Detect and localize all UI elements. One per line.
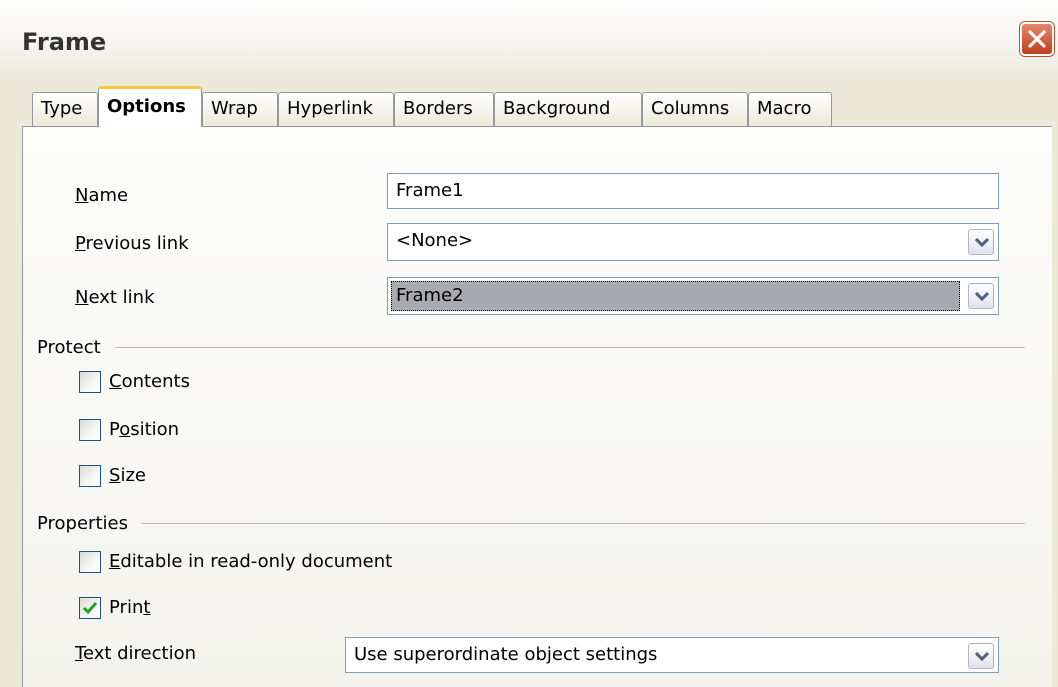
tab-strip: Type Options Wrap Hyperlink Borders Back… [22,86,1052,127]
properties-group-title: Properties [37,513,128,534]
editable-label[interactable]: Editable in read-only document [109,551,392,572]
next-link-dropdown-button[interactable] [968,283,994,309]
previous-link-value: <None> [396,230,474,251]
protect-group-title: Protect [37,337,101,358]
print-checkbox[interactable] [79,597,101,619]
tab-hyperlink[interactable]: Hyperlink [278,92,394,126]
tab-options[interactable]: Options [98,86,202,127]
text-direction-value: Use superordinate object settings [354,644,658,665]
tab-background[interactable]: Background [494,92,642,126]
checkmark-icon [82,602,98,615]
tab-macro[interactable]: Macro [748,92,832,126]
window-title: Frame [22,28,107,56]
next-link-value: Frame2 [391,281,960,311]
title-bar[interactable]: Frame [0,0,1058,80]
tab-columns[interactable]: Columns [642,92,748,126]
close-icon [1028,30,1046,48]
properties-separator [141,523,1025,525]
print-label[interactable]: Print [109,597,150,618]
previous-link-dropdown-button[interactable] [968,229,994,255]
chevron-down-icon [975,652,989,662]
tab-wrap[interactable]: Wrap [202,92,278,126]
editable-checkbox[interactable] [79,551,101,573]
previous-link-select[interactable]: <None> [387,223,999,261]
contents-label[interactable]: Contents [109,371,190,392]
frame-dialog: Frame Type Options Wrap Hyperlink Border… [0,0,1058,687]
tab-borders[interactable]: Borders [394,92,494,126]
options-panel: Name Frame1 Previous link <None> Next li… [22,126,1052,687]
position-label[interactable]: Position [109,419,179,440]
text-direction-label: Text direction [75,643,197,664]
chevron-down-icon [975,238,989,248]
close-button[interactable] [1020,22,1054,56]
previous-link-label: Previous link [75,233,189,254]
name-label: Name [75,185,129,206]
size-label[interactable]: Size [109,465,146,486]
chevron-down-icon [975,292,989,302]
text-direction-select[interactable]: Use superordinate object settings [345,637,999,673]
text-direction-dropdown-button[interactable] [968,643,994,669]
position-checkbox[interactable] [79,419,101,441]
size-checkbox[interactable] [79,465,101,487]
protect-separator [115,347,1025,349]
name-field[interactable]: Frame1 [387,173,999,209]
next-link-label: Next link [75,287,155,308]
tab-type[interactable]: Type [32,92,98,126]
next-link-select[interactable]: Frame2 [387,277,999,315]
contents-checkbox[interactable] [79,371,101,393]
